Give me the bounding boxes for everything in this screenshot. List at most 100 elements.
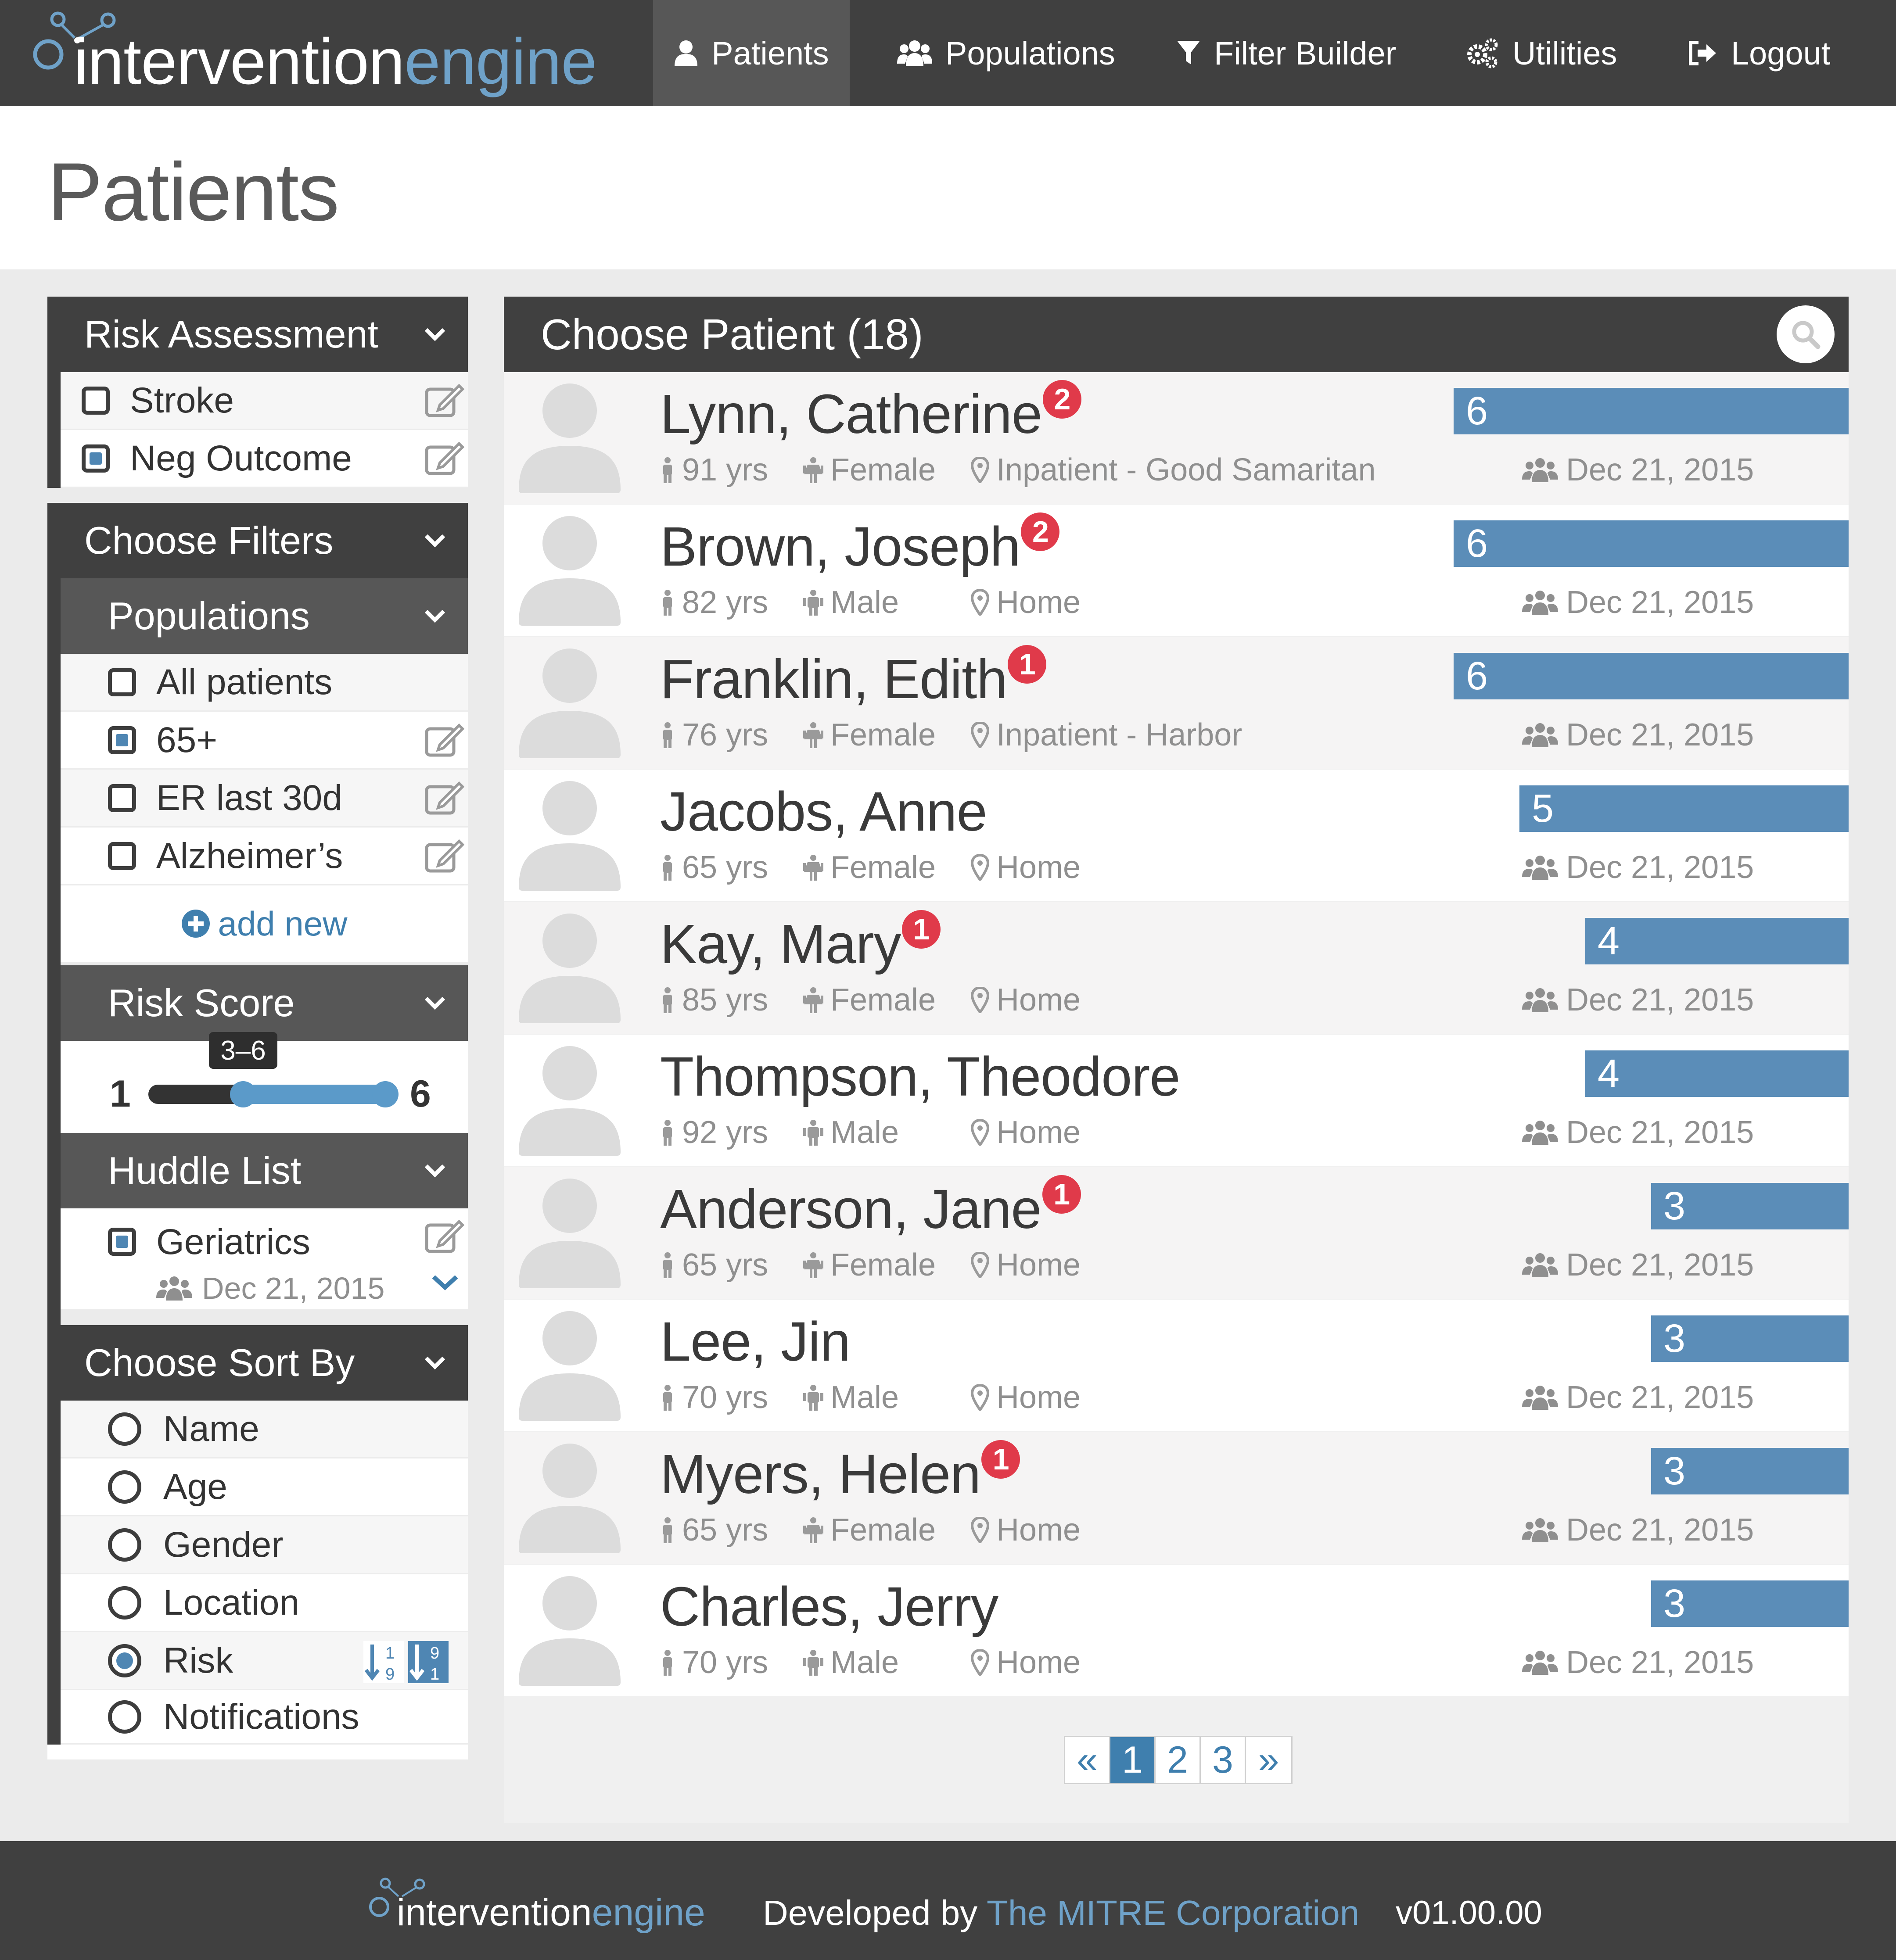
sort-option-location[interactable]: Location (61, 1574, 468, 1632)
group-icon (1522, 1651, 1558, 1675)
nav-filter-builder[interactable]: Filter Builder (1176, 0, 1396, 106)
neg-outcome-checkbox[interactable] (82, 444, 110, 473)
population-item-er-last-30d[interactable]: ER last 30d (61, 770, 468, 828)
sort-risk-radio[interactable] (108, 1644, 141, 1677)
risk-item-neg-outcome[interactable]: Neg Outcome (61, 430, 468, 488)
pagination-page-2[interactable]: 2 (1156, 1737, 1201, 1783)
edit-icon[interactable] (424, 781, 464, 816)
geriatrics-checkbox[interactable] (108, 1228, 136, 1256)
sort-option-notifications[interactable]: Notifications (61, 1690, 468, 1745)
huddle-date-text: Dec 21, 2015 (1566, 1247, 1754, 1283)
patient-name[interactable]: Brown, Joseph 2 (660, 512, 1060, 577)
patient-name[interactable]: Kay, Mary 1 (660, 910, 941, 975)
edit-icon[interactable] (424, 723, 464, 758)
sort-option-label: Location (163, 1582, 300, 1623)
sort-gender-radio[interactable] (108, 1528, 141, 1562)
65-plus-checkbox[interactable] (108, 726, 136, 754)
patient-row[interactable]: Franklin, Edith 1 76 yrs Female Inpatient - … (504, 637, 1849, 769)
risk-assessment-title: Risk Assessment (84, 312, 378, 356)
patient-location: Home (971, 1512, 1081, 1548)
population-item-all-patients[interactable]: All patients (61, 654, 468, 712)
sort-option-name[interactable]: Name (61, 1401, 468, 1458)
sort-notifications-radio[interactable] (108, 1700, 141, 1734)
nav-patients[interactable]: Patients (653, 0, 850, 106)
search-button[interactable] (1777, 305, 1835, 363)
patient-name[interactable]: Charles, Jerry (660, 1576, 998, 1638)
risk-score-bar[interactable]: 6 (1454, 653, 1849, 699)
risk-score-bar[interactable]: 3 (1651, 1315, 1849, 1362)
risk-score-bar[interactable]: 6 (1454, 388, 1849, 434)
app-logo[interactable]: interventionengine (26, 3, 597, 104)
populations-header[interactable]: Populations (61, 578, 468, 654)
slider-handle-high[interactable] (372, 1081, 399, 1107)
patient-row[interactable]: Myers, Helen 1 65 yrs Female Home 3 Dec 21, 20… (504, 1432, 1849, 1564)
patient-row[interactable]: Charles, Jerry 70 yrs Male Home 3 Dec 21, 201… (504, 1565, 1849, 1696)
risk-score-bar[interactable]: 6 (1454, 520, 1849, 567)
patient-age: 76 yrs (660, 717, 768, 753)
patient-name-text: Franklin, Edith (660, 648, 1007, 710)
sort-numeric-desc-icon[interactable]: 91 (408, 1641, 449, 1683)
pagination-next[interactable]: » (1246, 1737, 1291, 1783)
footer-corporation-link[interactable]: The MITRE Corporation (987, 1893, 1359, 1932)
huddle-item-geriatrics[interactable]: Geriatrics Dec 21, 2015 (61, 1208, 468, 1310)
patient-name[interactable]: Thompson, Theodore (660, 1046, 1180, 1107)
nav-populations[interactable]: Populations (897, 0, 1115, 106)
choose-filters-header[interactable]: Choose Filters (47, 503, 468, 578)
risk-score-bar[interactable]: 3 (1651, 1183, 1849, 1229)
chevron-down-icon (424, 1164, 445, 1178)
edit-icon[interactable] (424, 441, 464, 476)
risk-score-bar[interactable]: 4 (1585, 918, 1849, 964)
huddle-list-header[interactable]: Huddle List (61, 1133, 468, 1208)
edit-icon[interactable] (424, 383, 464, 418)
all-patients-checkbox[interactable] (108, 668, 136, 696)
risk-assessment-header[interactable]: Risk Assessment (47, 297, 468, 372)
sort-location-radio[interactable] (108, 1586, 141, 1620)
risk-score-bar[interactable]: 3 (1651, 1580, 1849, 1627)
patient-name[interactable]: Jacobs, Anne (660, 781, 988, 842)
patient-row[interactable]: Brown, Joseph 2 82 yrs Male Home 6 Dec 21, 201… (504, 505, 1849, 636)
age-person-icon (663, 457, 672, 483)
patient-name[interactable]: Anderson, Jane 1 (660, 1175, 1081, 1240)
patient-row[interactable]: Kay, Mary 1 85 yrs Female Home 4 Dec 21, 2015 (504, 902, 1849, 1034)
nav-logout[interactable]: Logout (1688, 0, 1830, 106)
patient-name[interactable]: Franklin, Edith 1 (660, 645, 1047, 710)
stroke-checkbox[interactable] (82, 386, 110, 415)
patient-row[interactable]: Jacobs, Anne 65 yrs Female Home 5 Dec 21, 201… (504, 770, 1849, 901)
slider-handle-low[interactable] (230, 1081, 256, 1107)
patient-row[interactable]: Anderson, Jane 1 65 yrs Female Home 3 Dec 21, … (504, 1167, 1849, 1299)
alzheimers-checkbox[interactable] (108, 842, 136, 870)
edit-icon[interactable] (424, 1219, 464, 1254)
risk-score-bar[interactable]: 5 (1519, 785, 1849, 832)
slider-track[interactable]: 3–6 (148, 1032, 399, 1107)
patient-row[interactable]: Lee, Jin 70 yrs Male Home 3 Dec 21, 2015 (504, 1300, 1849, 1431)
population-item-65-plus[interactable]: 65+ (61, 712, 468, 770)
risk-item-stroke[interactable]: Stroke (61, 372, 468, 430)
patient-name[interactable]: Myers, Helen 1 (660, 1440, 1020, 1505)
sort-name-radio[interactable] (108, 1412, 141, 1446)
patient-name[interactable]: Lynn, Catherine 2 (660, 380, 1081, 445)
sort-age-radio[interactable] (108, 1470, 141, 1504)
avatar (519, 1179, 621, 1288)
risk-score-bar[interactable]: 4 (1585, 1050, 1849, 1097)
sort-option-gender[interactable]: Gender (61, 1516, 468, 1574)
add-new-population-link[interactable]: add new (61, 885, 468, 962)
pagination-page-1[interactable]: 1 (1110, 1737, 1156, 1783)
chevron-down-icon[interactable] (431, 1273, 459, 1292)
risk-score-bar[interactable]: 3 (1651, 1448, 1849, 1494)
pagination-prev[interactable]: « (1065, 1737, 1110, 1783)
patient-gender-text: Female (830, 1512, 936, 1548)
patient-age-text: 76 yrs (682, 717, 768, 752)
pagination-page-3[interactable]: 3 (1201, 1737, 1246, 1783)
sort-numeric-asc-icon[interactable]: 19 (363, 1641, 404, 1683)
er-last-30d-checkbox[interactable] (108, 784, 136, 812)
patient-name[interactable]: Lee, Jin (660, 1311, 851, 1372)
edit-icon[interactable] (424, 838, 464, 874)
population-item-alzheimers[interactable]: Alzheimer’s (61, 828, 468, 885)
sort-option-risk[interactable]: Risk 19 91 (61, 1632, 468, 1690)
patient-row[interactable]: Thompson, Theodore 92 yrs Male Home 4 Dec 21,… (504, 1035, 1849, 1166)
sort-option-age[interactable]: Age (61, 1458, 468, 1516)
nav-utilities[interactable]: Utilities (1466, 0, 1617, 106)
patient-row[interactable]: Lynn, Catherine 2 91 yrs Female Inpatient - … (504, 372, 1849, 504)
sort-by-header[interactable]: Choose Sort By (47, 1325, 468, 1401)
risk-score-header[interactable]: Risk Score (61, 965, 468, 1041)
